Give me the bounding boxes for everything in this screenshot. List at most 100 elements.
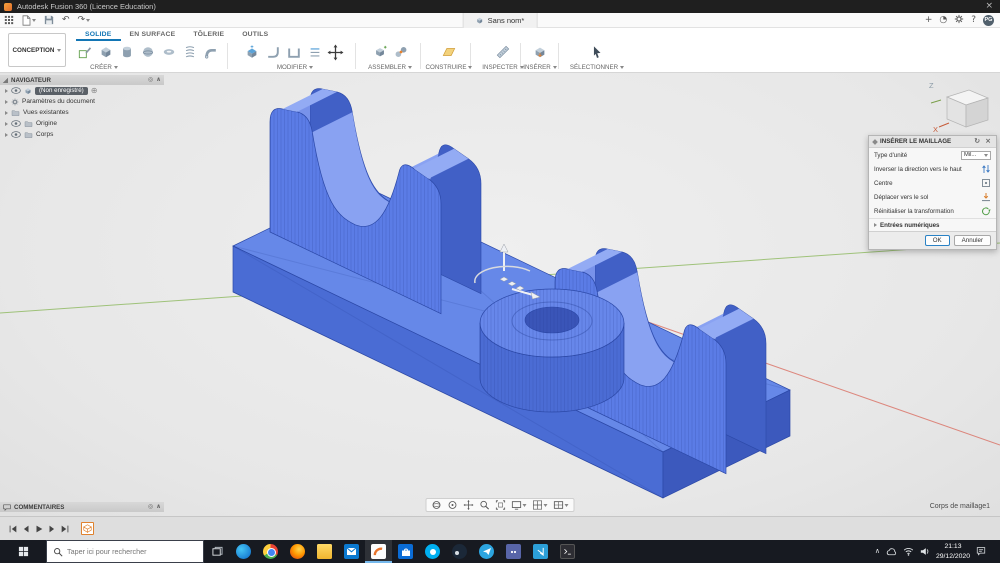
timeline-skip-end-icon[interactable] [58,522,71,536]
timeline-skip-start-icon[interactable] [6,522,19,536]
search-input[interactable] [67,547,185,556]
undo-icon[interactable]: ↶ [58,13,74,28]
add-circle-icon[interactable]: ⊕ [91,87,98,95]
app-grid-menu-icon[interactable] [0,13,18,28]
flip-direction-icon[interactable] [981,164,991,174]
taskbar-app-terminal[interactable] [554,540,581,563]
reset-transform-icon[interactable] [981,206,991,216]
collapse-panel-icon[interactable]: ∧ [156,77,161,83]
taskbar-app-telegram[interactable] [473,540,500,563]
taskbar-app-store[interactable] [392,540,419,563]
zoom-icon[interactable] [478,499,492,511]
wifi-icon[interactable] [903,543,914,561]
grid-display-icon[interactable] [531,499,550,511]
move-to-ground-icon[interactable] [981,192,991,202]
navigator-item-named-views[interactable]: Vues existantes [0,107,164,118]
user-avatar[interactable]: PG [983,15,994,26]
comments-header[interactable]: COMMENTAIRES ◎ ∧ [0,502,164,512]
pipe-icon[interactable] [200,42,221,63]
navigator-root-row[interactable]: (Non enregistré) ⊕ [0,85,164,96]
joint-icon[interactable] [390,42,411,63]
taskbar-app-skype[interactable] [419,540,446,563]
visibility-eye-icon[interactable] [11,87,21,94]
fillet-icon[interactable] [262,42,283,63]
tray-chevron-up-icon[interactable]: ∧ [875,548,880,555]
shell-icon[interactable] [283,42,304,63]
timeline-step-forward-icon[interactable] [45,522,58,536]
coil-icon[interactable] [179,42,200,63]
orbit-icon[interactable] [430,499,444,511]
redo-icon[interactable]: ↷ [74,13,95,28]
timeline-step-back-icon[interactable] [19,522,32,536]
group-label-select[interactable]: SÉLECTIONNER [566,63,628,72]
torus-icon[interactable] [158,42,179,63]
mesh-body[interactable] [233,89,790,498]
tab-en-surface[interactable]: EN SURFACE [121,28,185,41]
cylinder-icon[interactable] [116,42,137,63]
view-cube[interactable]: Z X [925,81,995,139]
fit-view-icon[interactable] [494,499,508,511]
document-tab[interactable]: Sans nom* [463,13,538,28]
visibility-eye-icon[interactable] [11,120,21,127]
taskbar-clock[interactable]: 21:13 29/12/2020 [936,542,970,560]
dialog-reset-icon[interactable]: ↻ [973,138,981,145]
viewport-layout-icon[interactable] [552,499,571,511]
timeline-mesh-feature-marker[interactable] [81,522,94,535]
document-name-badge[interactable]: (Non enregistré) [35,87,88,95]
taskbar-app-explorer[interactable] [311,540,338,563]
ok-button[interactable]: OK [925,235,950,246]
expand-icon[interactable] [5,111,8,115]
pan-icon[interactable] [462,499,476,511]
group-label-inspect[interactable]: INSPECTER [482,63,524,72]
offset-face-icon[interactable] [304,42,325,63]
expand-icon[interactable] [5,100,8,104]
preferences-gear-icon[interactable] [954,11,964,29]
panel-options-icon[interactable]: ◎ [148,77,153,83]
group-label-assemble[interactable]: ASSEMBLER [369,63,411,72]
construction-plane-icon[interactable] [438,42,459,63]
group-label-insert[interactable]: INSÉRER [519,63,561,72]
cancel-button[interactable]: Annuler [954,235,991,246]
expand-icon[interactable] [5,122,8,126]
look-at-icon[interactable] [446,499,460,511]
taskbar-search[interactable] [46,540,204,563]
timeline-play-icon[interactable] [32,522,45,536]
new-component-icon[interactable] [369,42,390,63]
dialog-close-icon[interactable]: × [984,138,992,145]
dialog-header[interactable]: INSÉRER LE MAILLAGE ↻ × [869,136,996,148]
tab-solide[interactable]: SOLIDE [76,28,121,41]
workspace-selector-button[interactable]: CONCEPTION [8,33,66,67]
tab-tolerie[interactable]: TÔLERIE [184,28,233,41]
help-icon[interactable]: ? [971,16,976,25]
task-view-icon[interactable] [204,540,230,563]
job-status-icon[interactable]: ◔ [939,16,947,25]
taskbar-app-vscode[interactable] [527,540,554,563]
unit-type-select[interactable]: Mil... [961,151,991,160]
expand-panel-icon[interactable]: ∧ [156,504,161,510]
action-center-icon[interactable] [976,543,986,561]
display-settings-icon[interactable] [510,499,529,511]
tab-outils[interactable]: OUTILS [233,28,277,41]
start-button[interactable] [0,540,46,563]
volume-icon[interactable] [920,543,930,561]
select-cursor-icon[interactable] [586,42,607,63]
taskbar-app-firefox[interactable] [284,540,311,563]
taskbar-app-fusion-360[interactable] [365,540,392,563]
onedrive-cloud-icon[interactable] [886,543,897,561]
taskbar-app-mail[interactable] [338,540,365,563]
insert-mesh-dialog[interactable]: INSÉRER LE MAILLAGE ↻ × Type d'unité Mil… [868,135,997,250]
panel-options-icon[interactable]: ◎ [148,504,153,510]
taskbar-app-discord[interactable] [500,540,527,563]
navigator-header[interactable]: NAVIGATEUR ◎ ∧ [0,75,164,85]
measure-icon[interactable] [492,42,513,63]
visibility-eye-icon[interactable] [11,131,21,138]
3d-viewport[interactable]: NAVIGATEUR ◎ ∧ (Non enregistré) ⊕ Paramè… [0,73,1000,516]
navigator-item-origin[interactable]: Origine [0,118,164,129]
move-copy-icon[interactable] [325,42,346,63]
group-label-modify[interactable]: MODIFIER [241,63,349,72]
navigator-item-bodies[interactable]: Corps [0,129,164,140]
save-icon[interactable] [40,13,58,28]
expand-icon[interactable] [5,89,8,93]
create-sketch-icon[interactable] [74,42,95,63]
group-label-construct[interactable]: CONSTRUIRE [428,63,470,72]
